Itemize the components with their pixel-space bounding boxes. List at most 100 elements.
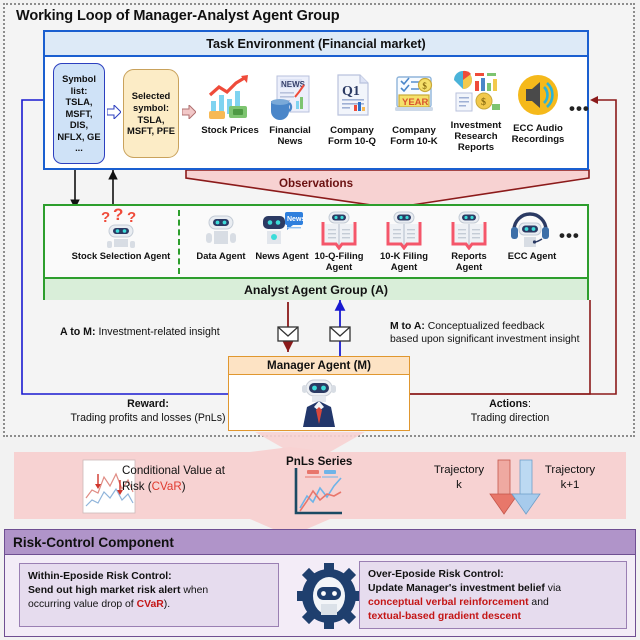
trajectory-k1-label: Trajectory k+1 (530, 463, 610, 492)
stock-selection-agent-label: Stock Selection Agent (71, 250, 171, 261)
agent-label: Reports Agent (451, 250, 487, 272)
agent-10k-filing: 10-K Filing Agent (372, 208, 436, 272)
cvar-line2-prefix: Risk ( (122, 480, 152, 493)
agent-reports: Reports Agent (437, 208, 501, 272)
over-episode-title: Over-Eposide Risk Control: (368, 569, 504, 580)
agent-data: Data Agent (189, 208, 253, 262)
agent-stock-selection: ? ? ? Stock Selection Agent (67, 208, 175, 262)
pnls-chart-icon (294, 468, 342, 515)
environment-ellipsis: ••• (569, 99, 590, 118)
svg-text:?: ? (127, 209, 136, 226)
trajectory-k-line1: Trajectory (433, 464, 485, 476)
manager-agent-icon (302, 379, 336, 427)
analyst-agent-group-body: ? ? ? Stock Selection Agent Data Agent N… (45, 206, 587, 277)
source-financial-news: NEWS Financial News (259, 65, 321, 147)
over-episode-red2: textual-based gradient descent (368, 611, 522, 622)
over-episode-line3: textual-based gradient descent (368, 610, 618, 624)
reward-title: Reward: (127, 398, 169, 410)
agent-ecc: ECC Agent (500, 208, 564, 262)
reward-label: Reward: Trading profits and losses (PnLs… (68, 398, 228, 425)
symbol-list-box: Symbol list: TSLA, MSFT, DIS, NFLX, GE .… (53, 63, 105, 164)
svg-text:Q1: Q1 (342, 84, 360, 99)
within-episode-mid: when (180, 585, 209, 596)
trajectory-k1-line1: Trajectory (544, 464, 596, 476)
over-episode-line1: Update Manager's investment belief via (368, 582, 618, 596)
reports-agent-icon (437, 208, 501, 250)
financial-news-icon: NEWS (259, 65, 321, 123)
ecc-agent-icon (500, 208, 564, 250)
actions-text: Trading direction (470, 411, 550, 424)
agent-10q-filing: 10-Q-Filing Agent (307, 208, 371, 272)
agent-label: ECC Agent (507, 250, 557, 261)
svg-text:?: ? (101, 209, 110, 226)
task-environment-header: Task Environment (Financial market) (45, 32, 587, 57)
source-label: Financial News (269, 125, 311, 147)
over-episode-card: Over-Eposide Risk Control: Update Manage… (359, 561, 627, 629)
manager-agent-box: Manager Agent (M) (228, 356, 410, 431)
task-environment-box: Task Environment (Financial market) Symb… (43, 30, 589, 170)
within-episode-title: Within-Eposide Risk Control: (28, 571, 172, 582)
research-reports-icon: $ (445, 60, 507, 118)
cvar-line2: Risk (CVaR) (122, 479, 225, 495)
svg-text:?: ? (113, 208, 123, 224)
svg-text:$: $ (481, 97, 486, 108)
selected-symbol-box: Selected symbol: TSLA, MSFT, PFE (123, 69, 179, 158)
m-to-a-line1: Conceptualized feedback (427, 321, 545, 332)
ecc-audio-icon (507, 63, 569, 121)
task-environment-body: Symbol list: TSLA, MSFT, DIS, NFLX, GE .… (45, 57, 590, 170)
over-episode-line2: conceptual verbal reinforcement and (368, 596, 618, 610)
within-episode-term: CVaR (136, 599, 164, 610)
svg-text:YEAR: YEAR (402, 97, 429, 108)
arrow-symbol-to-selected-icon (107, 105, 121, 119)
pnls-series-title: PnLs Series (286, 455, 353, 468)
agent-label: Data Agent (196, 250, 246, 261)
actions-label: Actions: Trading direction (430, 398, 590, 425)
trajectory-k-label: Trajectory k (422, 463, 496, 492)
filing-10k-agent-icon (372, 208, 436, 250)
risk-control-body: Within-Eposide Risk Control: Send out hi… (5, 555, 635, 637)
over-episode-red1: conceptual verbal reinforcement (368, 597, 529, 608)
diagram-root: Working Loop of Manager-Analyst Agent Gr… (0, 0, 640, 640)
within-episode-bold: Send out high market risk alert (28, 585, 181, 596)
analyst-ellipsis: ••• (559, 226, 580, 245)
analyst-divider (178, 210, 180, 274)
a-to-m-prefix: A to M: (60, 326, 96, 338)
agent-label: News Agent (255, 250, 309, 261)
source-investment-research-reports: $ Investment Research Reports (445, 60, 507, 153)
risk-control-panel: Risk-Control Component Within-Eposide Ri… (4, 529, 636, 637)
m-to-a-line1-wrap: M to A: Conceptualized feedback (390, 320, 579, 333)
form-10k-icon: $ YEAR (383, 65, 445, 123)
source-company-form-10k: $ YEAR Company Form 10-K (383, 65, 445, 147)
within-episode-suffix: ). (163, 599, 171, 610)
risk-control-header: Risk-Control Component (5, 530, 635, 555)
m-to-a-prefix: M to A: (390, 321, 425, 332)
within-episode-line1: Send out high market risk alert when (28, 584, 270, 598)
over-episode-and: and (528, 597, 549, 608)
trajectory-k1-line2: k+1 (560, 478, 580, 491)
cvar-line2-suffix: ) (181, 480, 186, 493)
svg-text:News: News (287, 216, 305, 223)
agent-label: 10-Q-Filing Agent (314, 250, 364, 272)
cvar-line1: Conditional Value at (122, 464, 225, 477)
actions-title-wrap: Actions: (430, 398, 590, 412)
over-episode-via: via (544, 583, 562, 594)
a-to-m-text: Investment-related insight (98, 326, 220, 338)
arrow-selected-to-sources-icon (182, 105, 196, 119)
actions-colon: : (527, 398, 531, 410)
manager-agent-header: Manager Agent (M) (229, 357, 409, 375)
actions-title: Actions (489, 398, 528, 410)
cvar-term: CVaR (151, 480, 182, 493)
stock-prices-icon (199, 65, 261, 123)
manager-agent-body (229, 375, 409, 431)
within-episode-prefix: occurring value drop of (28, 599, 137, 610)
m-to-a-line2: based upon significant investment insigh… (390, 334, 580, 345)
analyst-agent-group-footer: Analyst Agent Group (A) (45, 277, 587, 300)
news-agent-icon: News (250, 208, 314, 250)
reward-text: Trading profits and losses (PnLs) (70, 411, 226, 424)
source-label: Company Form 10-K (390, 125, 438, 147)
source-company-form-10q: Q1 Company Form 10-Q (321, 65, 383, 147)
within-episode-line2: occurring value drop of CVaR). (28, 598, 270, 612)
observations-label: Observations (278, 177, 354, 190)
svg-text:$: $ (422, 81, 427, 91)
stock-selection-agent-icon: ? ? ? (67, 208, 175, 250)
